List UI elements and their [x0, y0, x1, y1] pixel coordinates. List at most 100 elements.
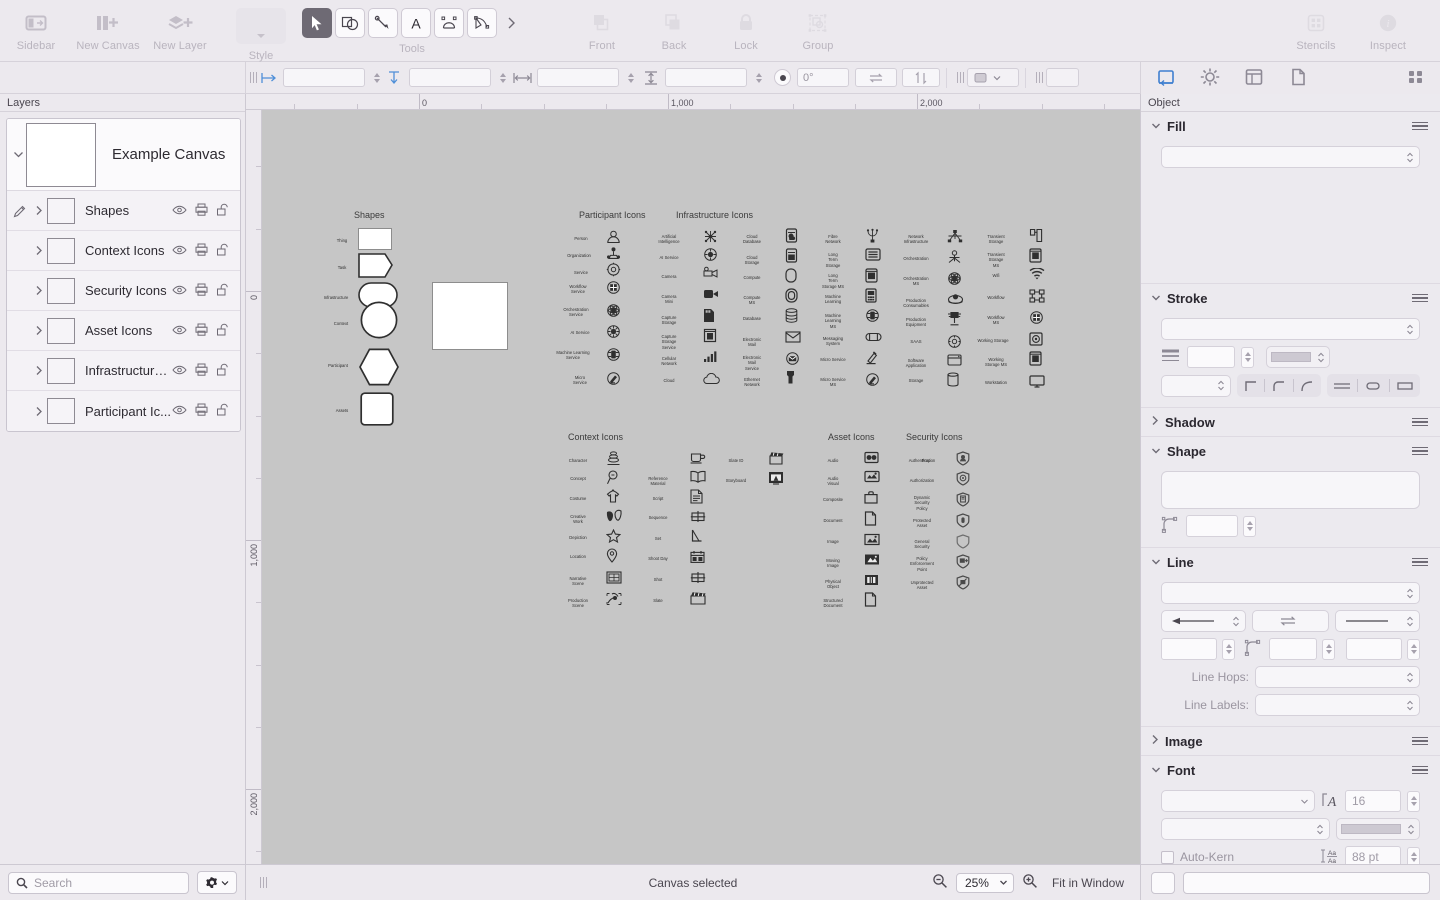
font-size-stepper[interactable]	[1407, 790, 1420, 812]
geobar-grip[interactable]	[246, 72, 260, 83]
chevron-down-icon[interactable]	[1151, 555, 1161, 569]
production-equipment-icon[interactable]	[947, 311, 962, 326]
color-well-button[interactable]	[1151, 871, 1175, 894]
search-field[interactable]: Search	[8, 871, 189, 894]
line-type-popup[interactable]	[1161, 582, 1420, 604]
font-family-popup[interactable]	[1161, 790, 1315, 812]
stroke-menu-icon[interactable]	[1412, 293, 1428, 303]
layer-print-icon[interactable]	[195, 403, 208, 419]
reference-material-book-icon[interactable]	[690, 470, 706, 483]
layer-disclosure-icon[interactable]	[31, 365, 47, 376]
transient-storage-icon[interactable]	[1029, 228, 1043, 243]
artificial-intelligence-icon[interactable]	[703, 229, 718, 244]
messaging-system-icon[interactable]	[865, 332, 882, 342]
prop-cup-icon[interactable]	[690, 451, 706, 464]
ai-service-icon[interactable]	[703, 247, 718, 262]
shape-popup[interactable]	[967, 68, 1019, 87]
set-icon[interactable]	[690, 529, 703, 544]
document-inspector-tab[interactable]	[1243, 67, 1265, 90]
wifi-icon[interactable]	[1029, 268, 1045, 280]
shape-menu-icon[interactable]	[1412, 446, 1428, 456]
shape-participant[interactable]	[358, 348, 400, 386]
chevron-down-icon[interactable]	[1151, 763, 1161, 777]
layer-lock-icon[interactable]	[216, 283, 229, 299]
creative-work-masks-icon[interactable]	[606, 509, 622, 523]
swap-arrows-button[interactable]	[1252, 610, 1329, 632]
layer-print-icon[interactable]	[195, 243, 208, 259]
layer-lock-icon[interactable]	[216, 243, 229, 259]
stroke-center-icon[interactable]	[1327, 374, 1357, 397]
saas-icon[interactable]	[947, 334, 962, 349]
vertical-ruler[interactable]: 0 1,000 2,000	[246, 110, 262, 864]
micro-service-ms-icon[interactable]	[865, 372, 880, 387]
transient-storage-ms-icon[interactable]	[1029, 248, 1042, 263]
person-icon[interactable]	[606, 229, 621, 244]
layer-visibility-eye-icon[interactable]	[172, 284, 187, 298]
shape-section-header[interactable]: Shape	[1141, 437, 1440, 465]
start-arrow-popup[interactable]	[1161, 610, 1246, 632]
corner-rounded-icon[interactable]	[1265, 374, 1292, 397]
layer-visibility-eye-icon[interactable]	[172, 324, 187, 338]
layer-name[interactable]: Participant Ic...	[85, 404, 172, 419]
x-input[interactable]	[283, 68, 365, 87]
layer-row-shapes[interactable]: Shapes	[7, 191, 240, 231]
script-icon[interactable]	[690, 489, 703, 504]
workflow-ms-icon[interactable]	[1029, 310, 1044, 325]
canvas-disclosure-icon[interactable]	[10, 150, 26, 159]
sequence-icon[interactable]	[690, 510, 706, 523]
line-section-header[interactable]: Line	[1141, 548, 1440, 576]
notes-inspector-tab[interactable]	[1287, 67, 1309, 90]
stroke-width-stepper[interactable]	[1241, 346, 1254, 368]
shape-thing[interactable]	[358, 228, 392, 250]
line-spacing-input[interactable]: 88 pt	[1345, 846, 1401, 864]
machine-learning-ms-icon[interactable]	[865, 308, 880, 323]
width-input[interactable]	[537, 68, 619, 87]
layer-visibility-eye-icon[interactable]	[172, 244, 187, 258]
cloud-storage-icon[interactable]	[785, 248, 798, 263]
shape-task[interactable]	[358, 253, 394, 279]
dynamic-security-policy-icon[interactable]	[956, 492, 970, 507]
production-scene-icon[interactable]	[606, 592, 622, 606]
canvas-row[interactable]: Example Canvas	[7, 119, 240, 191]
send-back-button[interactable]: Back	[638, 0, 710, 62]
shape-context[interactable]	[360, 301, 398, 339]
electronic-mail-service-icon[interactable]	[785, 351, 800, 366]
cloud-database-icon[interactable]	[785, 228, 798, 243]
sidebar-actions-button[interactable]	[197, 871, 237, 894]
fill-menu-icon[interactable]	[1412, 121, 1428, 131]
font-menu-icon[interactable]	[1412, 765, 1428, 775]
stencils-button[interactable]: Stencils	[1280, 0, 1352, 62]
corner-bevel-icon[interactable]	[1294, 374, 1321, 397]
start-arrow-size-stepper[interactable]	[1222, 638, 1235, 660]
pen-tool-button[interactable]	[434, 8, 464, 38]
fill-type-popup[interactable]	[1161, 146, 1420, 168]
shadow-menu-icon[interactable]	[1412, 417, 1428, 427]
line-spacing-stepper[interactable]	[1407, 846, 1420, 864]
chevron-down-icon[interactable]	[1151, 119, 1161, 133]
workflow-service-icon[interactable]	[606, 280, 621, 295]
depiction-star-icon[interactable]	[606, 529, 621, 543]
stroke-dash-popup[interactable]	[1161, 374, 1231, 397]
chevron-down-icon[interactable]	[1151, 291, 1161, 305]
slate-id-icon[interactable]	[768, 451, 784, 465]
stroke-oval-icon[interactable]	[1358, 374, 1388, 397]
layer-visibility-eye-icon[interactable]	[172, 404, 187, 418]
canvas-name[interactable]: Example Canvas	[112, 146, 225, 163]
capture-storage-service-icon[interactable]	[703, 328, 717, 343]
layer-row-security-icons[interactable]: Security Icons	[7, 271, 240, 311]
compute-ms-icon[interactable]	[785, 288, 798, 303]
machine-learning-icon[interactable]	[865, 288, 877, 303]
shadow-section-header[interactable]: Shadow	[1141, 408, 1440, 436]
canvas-scroll-region[interactable]: Shapes Thing Task Infrastructure Context	[262, 110, 1140, 864]
width-field[interactable]	[512, 68, 636, 87]
y-stepper[interactable]	[497, 69, 508, 86]
group-button[interactable]: Group	[782, 0, 854, 62]
layer-disclosure-icon[interactable]	[31, 285, 47, 296]
statusbar-field[interactable]	[1183, 871, 1430, 894]
selection-tool-button[interactable]	[302, 8, 332, 38]
zoom-select[interactable]: 25%	[955, 872, 1014, 893]
corner-style-segmented[interactable]	[1237, 374, 1321, 397]
layer-disclosure-icon[interactable]	[31, 406, 47, 417]
organization-icon[interactable]	[606, 246, 621, 261]
ethernet-network-icon[interactable]	[785, 370, 796, 385]
